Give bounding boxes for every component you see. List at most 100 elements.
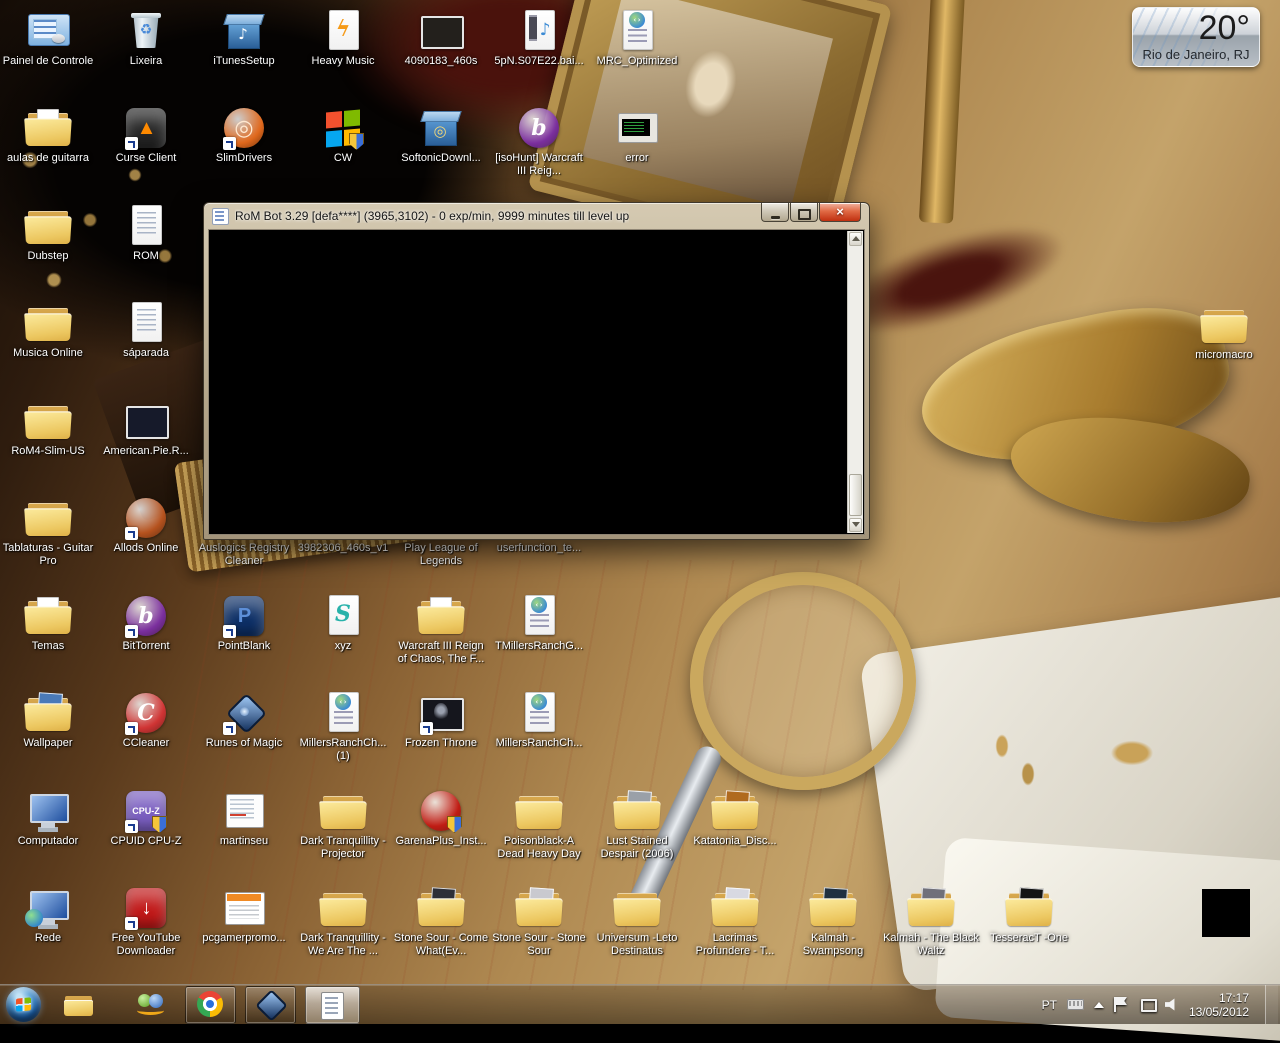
action-center-flag-icon[interactable] xyxy=(1114,997,1129,1012)
minimize-button[interactable] xyxy=(761,203,789,222)
desktop-icon[interactable]: Katatonia_Disc... xyxy=(687,788,783,849)
runes-of-magic-icon xyxy=(255,989,288,1022)
maximize-button[interactable] xyxy=(790,203,818,222)
desktop-icon[interactable]: ▲ Curse Client xyxy=(98,105,194,166)
desktop-icon[interactable]: martinseu xyxy=(196,788,292,849)
taskbar-windows-live-messenger[interactable] xyxy=(136,990,166,1020)
desktop-icon[interactable]: pcgamerpromo... xyxy=(196,885,292,946)
taskbar-windows-explorer[interactable] xyxy=(64,990,94,1020)
desktop-icon-image: ♪ xyxy=(220,8,268,54)
desktop-icon-label: iTunesSetup xyxy=(196,54,292,69)
desktop-icon[interactable]: ♪ iTunesSetup xyxy=(196,8,292,69)
desktop-icon[interactable]: GarenaPlus_Inst... xyxy=(393,788,489,849)
taskbar-runes-of-magic[interactable] xyxy=(245,986,296,1024)
language-indicator[interactable]: PT xyxy=(1042,998,1057,1012)
start-button[interactable] xyxy=(6,987,41,1022)
desktop-icon[interactable]: Painel de Controle xyxy=(0,8,96,69)
desktop-icon-label: MillersRanchCh... (1) xyxy=(295,736,391,764)
desktop-icon[interactable]: Dark Tranquillity - We Are The ... xyxy=(295,885,391,959)
show-hidden-icons-chevron[interactable] xyxy=(1094,1002,1104,1008)
desktop-icon[interactable]: Poisonblack-A Dead Heavy Day xyxy=(491,788,587,862)
console-output-area[interactable] xyxy=(208,229,865,535)
weather-gadget[interactable]: 20° Rio de Janeiro, RJ xyxy=(1132,7,1260,67)
desktop-icon-image xyxy=(711,788,759,834)
desktop-icon-label: Tablaturas - Guitar Pro xyxy=(0,541,96,569)
desktop-icon-label: martinseu xyxy=(196,834,292,849)
scrollbar-thumb[interactable] xyxy=(849,474,862,516)
volume-icon[interactable] xyxy=(1165,998,1179,1011)
close-button[interactable]: × xyxy=(819,203,861,222)
desktop-icon[interactable]: P PointBlank xyxy=(196,593,292,654)
desktop-icon[interactable]: ◎ SoftonicDownl... xyxy=(393,105,489,166)
desktop-icon[interactable]: American.Pie.R... xyxy=(98,398,194,459)
desktop-icon[interactable]: Wallpaper xyxy=(0,690,96,751)
show-desktop-button[interactable] xyxy=(1265,985,1278,1024)
desktop-icon-image xyxy=(24,885,72,931)
desktop-icon[interactable]: RoM4-Slim-US xyxy=(0,398,96,459)
desktop-icon[interactable]: ♪ 5pN.S07E22.bai... xyxy=(491,8,587,69)
desktop-icon[interactable]: CPU-Z CPUID CPU-Z xyxy=(98,788,194,849)
desktop-icon[interactable]: CW xyxy=(295,105,391,166)
desktop-icon[interactable]: Computador xyxy=(0,788,96,849)
keyboard-icon[interactable] xyxy=(1067,999,1084,1010)
desktop-icon[interactable]: sáparada xyxy=(98,300,194,361)
clock-time: 17:17 xyxy=(1189,991,1249,1005)
desktop-icon[interactable]: ↓ Free YouTube Downloader xyxy=(98,885,194,959)
taskbar: PT 17:17 13/05/2012 xyxy=(0,984,1280,1024)
desktop-icon[interactable]: ♻ Lixeira xyxy=(98,8,194,69)
desktop-icon[interactable]: Temas xyxy=(0,593,96,654)
icon-glyph: b xyxy=(519,108,559,148)
desktop-icon-label: Dark Tranquillity - We Are The ... xyxy=(295,931,391,959)
desktop-icon[interactable]: Dark Tranquillity - Projector xyxy=(295,788,391,862)
icon-thumbnail xyxy=(37,692,63,722)
desktop-icon[interactable]: C CCleaner xyxy=(98,690,194,751)
desktop-icon[interactable]: Kalmah - Swampsong xyxy=(785,885,881,959)
desktop-icon[interactable]: Dubstep xyxy=(0,203,96,264)
taskbar-clock[interactable]: 17:17 13/05/2012 xyxy=(1189,991,1255,1019)
desktop-icon[interactable]: ROM xyxy=(98,203,194,264)
desktop-icon[interactable]: ‹› MillersRanchCh... (1) xyxy=(295,690,391,764)
desktop-icon[interactable]: ‹› MillersRanchCh... xyxy=(491,690,587,751)
desktop-icon[interactable]: Warcraft III Reign of Chaos, The F... xyxy=(393,593,489,667)
desktop-icon[interactable]: Stone Sour - Come What(Ev... xyxy=(393,885,489,959)
desktop-icon[interactable]: Runes of Magic xyxy=(196,690,292,751)
icon-badge: ‹› xyxy=(531,597,547,613)
desktop-icon[interactable]: aulas de guitarra xyxy=(0,105,96,166)
desktop-icon[interactable]: Rede xyxy=(0,885,96,946)
icon-thumbnail xyxy=(626,790,652,820)
desktop-icon[interactable]: ◎ SlimDrivers xyxy=(196,105,292,166)
desktop-icon-image: b xyxy=(515,105,563,151)
desktop-icon[interactable]: ‹› MRC_Optimized xyxy=(589,8,685,69)
taskbar-rom-bot-console[interactable] xyxy=(305,986,360,1024)
desktop-icon[interactable]: Tablaturas - Guitar Pro xyxy=(0,495,96,569)
desktop-icon[interactable]: Universum -Leto Destinatus xyxy=(589,885,685,959)
desktop-icon[interactable]: b [isoHunt] Warcraft III Reig... xyxy=(491,105,587,179)
desktop-icon[interactable]: Musica Online xyxy=(0,300,96,361)
desktop-icon[interactable]: b BitTorrent xyxy=(98,593,194,654)
desktop-icon[interactable]: micromacro xyxy=(1176,302,1272,363)
desktop-icon-label: 5pN.S07E22.bai... xyxy=(491,54,587,69)
desktop-icon[interactable]: S xyz xyxy=(295,593,391,654)
taskbar-google-chrome[interactable] xyxy=(185,986,236,1024)
desktop-icon-image xyxy=(515,885,563,931)
desktop-icon[interactable]: Lacrimas Profundere - T... xyxy=(687,885,783,959)
desktop-icon[interactable]: Kalmah - The Black Waltz xyxy=(883,885,979,959)
desktop-icon-label: Warcraft III Reign of Chaos, The F... xyxy=(393,639,489,667)
scroll-down-button[interactable] xyxy=(849,518,862,532)
desktop-icon[interactable]: Stone Sour - Stone Sour xyxy=(491,885,587,959)
desktop-icon[interactable]: Lust Stained Despair (2006) xyxy=(589,788,685,862)
desktop-icon[interactable]: ‹› TMillersRanchG... xyxy=(491,593,587,654)
desktop-icon[interactable]: TesseracT -One xyxy=(981,885,1077,946)
desktop-icon-image xyxy=(417,690,465,736)
desktop-icon-label: pcgamerpromo... xyxy=(196,931,292,946)
desktop-icon[interactable]: Frozen Throne xyxy=(393,690,489,751)
desktop-icon[interactable]: Allods Online xyxy=(98,495,194,556)
desktop-icon[interactable]: ϟ Heavy Music xyxy=(295,8,391,69)
network-icon[interactable] xyxy=(1139,998,1155,1012)
desktop-icon-label: Katatonia_Disc... xyxy=(687,834,783,849)
desktop-icon[interactable]: 4090183_460s xyxy=(393,8,489,69)
desktop-icon[interactable]: error xyxy=(589,105,685,166)
scroll-up-button[interactable] xyxy=(849,232,862,246)
desktop-icon-image xyxy=(24,593,72,639)
console-scrollbar[interactable] xyxy=(847,231,863,533)
